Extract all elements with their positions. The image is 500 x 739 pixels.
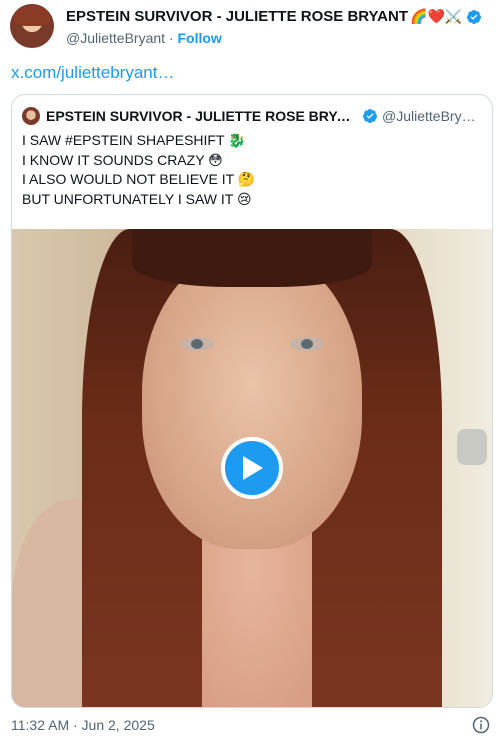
author-name-emojis: 🌈❤️⚔️ [410, 8, 463, 25]
quoted-line-text: I SAW #EPSTEIN SHAPESHIFT [22, 132, 225, 148]
quoted-author-handle: @JulietteBry… [382, 108, 476, 124]
author-handle[interactable]: @JulietteBryant [66, 30, 165, 46]
video-eye-right [290, 337, 324, 351]
author-name-line[interactable]: EPSTEIN SURVIVOR - JULIETTE ROSE BRYANT … [66, 8, 482, 25]
author-name[interactable]: EPSTEIN SURVIVOR - JULIETTE ROSE BRYANT [66, 8, 408, 25]
author-handle-line: @JulietteBryant · Follow [66, 30, 222, 46]
quoted-tweet-card[interactable]: EPSTEIN SURVIVOR - JULIETTE ROSE BRYANT…… [11, 94, 493, 708]
thinking-emoji: 🤔 [237, 172, 256, 188]
quoted-author-name: EPSTEIN SURVIVOR - JULIETTE ROSE BRYANT… [46, 108, 356, 124]
video-bangs [132, 229, 372, 287]
verified-badge-icon [467, 9, 482, 24]
quoted-line: I ALSO WOULD NOT BELIEVE IT 🤔 [22, 170, 255, 190]
avatar[interactable] [10, 4, 54, 48]
quoted-text: I SAW #EPSTEIN SHAPESHIFT 🐉 I KNOW IT SO… [22, 131, 255, 209]
quoted-line: I SAW #EPSTEIN SHAPESHIFT 🐉 [22, 131, 255, 151]
verified-badge-icon [363, 109, 377, 123]
video-face [142, 249, 362, 549]
play-button[interactable] [221, 437, 283, 499]
quoted-line: I KNOW IT SOUNDS CRAZY 😳 [22, 151, 255, 171]
info-icon[interactable] [472, 716, 490, 734]
video-player[interactable] [12, 229, 492, 707]
quoted-line-text: I KNOW IT SOUNDS CRAZY [22, 151, 205, 168]
dragon-emoji: 🐉 [228, 133, 246, 149]
video-background-tap [457, 429, 487, 465]
quoted-avatar [22, 107, 40, 125]
quoted-header: EPSTEIN SURVIVOR - JULIETTE ROSE BRYANT…… [22, 105, 482, 127]
tweet-timestamp[interactable]: 11:32 AM · Jun 2, 2025 [11, 717, 155, 733]
quoted-line-text: I ALSO WOULD NOT BELIEVE IT [22, 171, 234, 187]
crying-emoji: 😢 [236, 191, 252, 208]
tweet-link[interactable]: x.com/juliettebryant… [11, 63, 174, 83]
flushed-emoji: 😳 [208, 152, 223, 169]
separator: · [168, 30, 174, 46]
video-eye-left [180, 337, 214, 351]
follow-button[interactable]: Follow [178, 30, 222, 46]
quoted-line: BUT UNFORTUNATELY I SAW IT 😢 [22, 190, 255, 210]
quoted-line-text: BUT UNFORTUNATELY I SAW IT [22, 190, 234, 207]
tweet-header: EPSTEIN SURVIVOR - JULIETTE ROSE BRYANT … [10, 4, 490, 50]
play-icon [243, 456, 263, 480]
